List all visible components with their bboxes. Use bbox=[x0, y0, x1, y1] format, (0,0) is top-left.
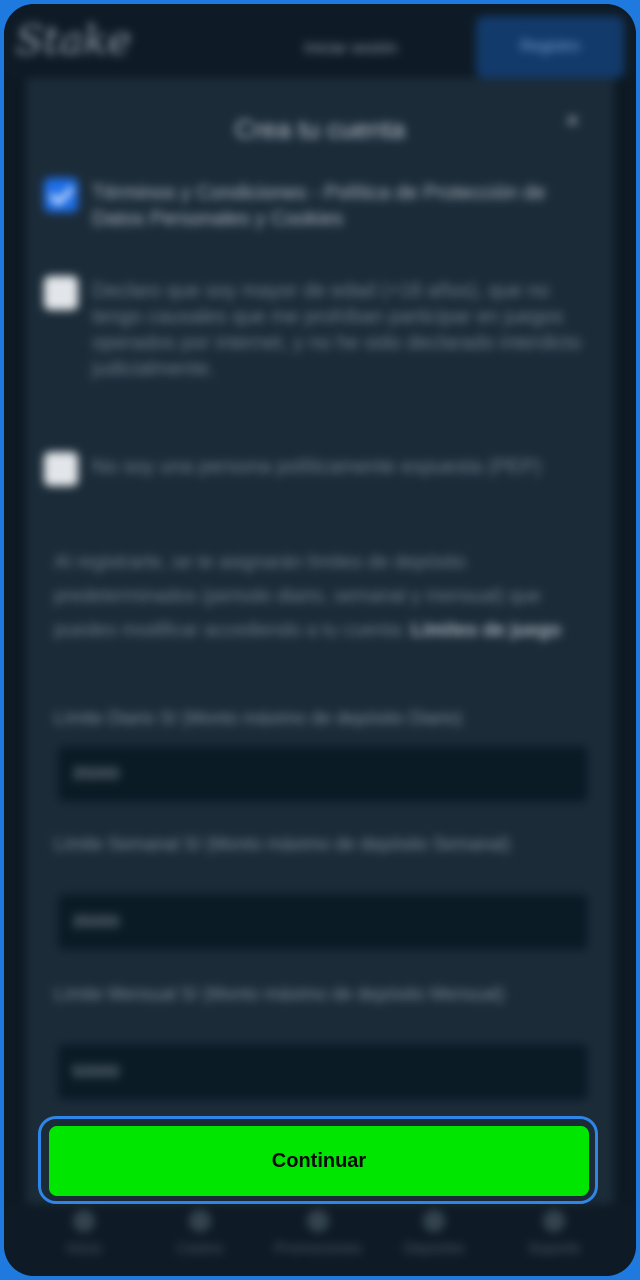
app-frame: Stake Iniciar sesión Registro Crea tu cu… bbox=[4, 4, 636, 1276]
monthly-limit-label: Límite Mensual S/ (Monto máximo de depós… bbox=[54, 984, 505, 1004]
nav-label: Soporte bbox=[527, 1240, 581, 1257]
nav-item-soporte[interactable]: Soporte bbox=[494, 1210, 614, 1257]
checked-checkbox-icon[interactable] bbox=[44, 178, 78, 212]
weekly-limit-input[interactable]: 35000 bbox=[58, 894, 588, 950]
nav-label: Inicio bbox=[66, 1240, 102, 1257]
bottom-nav: Inicio Casino Promociones Deportes Sopor… bbox=[4, 1204, 636, 1276]
unchecked-checkbox-icon[interactable] bbox=[44, 452, 78, 486]
nav-label: Casino bbox=[176, 1240, 224, 1257]
nav-label: Promociones bbox=[274, 1240, 362, 1257]
daily-limit-input[interactable]: 35000 bbox=[58, 746, 588, 802]
daily-limit-label: Límite Diario S/ (Monto máximo de depósi… bbox=[54, 708, 463, 728]
home-icon bbox=[73, 1210, 95, 1232]
nav-item-inicio[interactable]: Inicio bbox=[24, 1210, 144, 1257]
continue-button[interactable]: Continuar bbox=[49, 1126, 589, 1196]
age-checkbox-label: Declaro que soy mayor de edad (+18 años)… bbox=[92, 280, 582, 380]
pep-checkbox-label: No soy una persona políticamente expuest… bbox=[92, 456, 542, 478]
create-account-modal: Crea tu cuenta × Términos y Condiciones … bbox=[26, 78, 614, 1238]
blurred-background: Stake Iniciar sesión Registro Crea tu cu… bbox=[4, 4, 636, 1276]
support-icon bbox=[543, 1210, 565, 1232]
weekly-limit-value: 35000 bbox=[72, 912, 120, 931]
nav-item-deportes[interactable]: Deportes bbox=[374, 1210, 494, 1257]
monthly-limit-value: 50000 bbox=[72, 1062, 120, 1081]
top-bar: Stake Iniciar sesión Registro bbox=[4, 4, 636, 78]
monthly-limit-input[interactable]: 50000 bbox=[58, 1044, 588, 1100]
unchecked-checkbox-icon[interactable] bbox=[44, 276, 78, 310]
nav-item-promociones[interactable]: Promociones bbox=[258, 1210, 378, 1257]
register-button[interactable]: Registro bbox=[476, 16, 624, 78]
terms-checkbox-label: Términos y Condiciones - Política de Pro… bbox=[92, 182, 546, 230]
login-link[interactable]: Iniciar sesión bbox=[304, 40, 397, 58]
brand-logo: Stake bbox=[16, 18, 132, 64]
casino-icon bbox=[189, 1210, 211, 1232]
gift-icon bbox=[307, 1210, 329, 1232]
close-icon[interactable]: × bbox=[566, 108, 579, 134]
nav-label: Deportes bbox=[403, 1240, 465, 1257]
sports-icon bbox=[423, 1210, 445, 1232]
nav-item-casino[interactable]: Casino bbox=[140, 1210, 260, 1257]
modal-title: Crea tu cuenta bbox=[234, 114, 406, 144]
daily-limit-value: 35000 bbox=[72, 764, 120, 783]
limits-link[interactable]: Límites de juego bbox=[411, 620, 561, 641]
deposit-limits-info: Al registrarte, se te asignarán límites … bbox=[54, 546, 594, 648]
weekly-limit-label: Límite Semanal S/ (Monto máximo de depós… bbox=[54, 834, 511, 854]
